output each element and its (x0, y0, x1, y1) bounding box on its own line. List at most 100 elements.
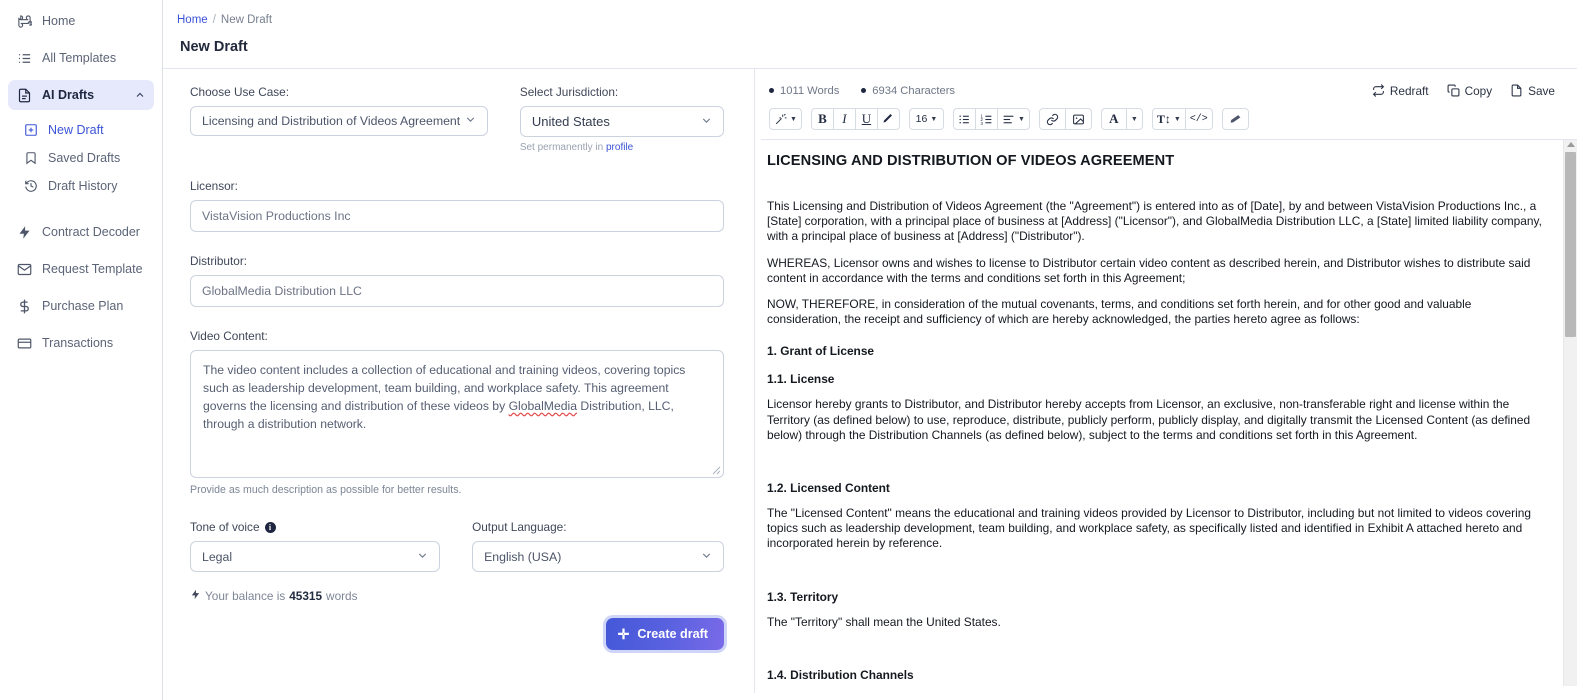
document-paragraph: The "Licensed Content" means the educati… (767, 506, 1531, 551)
status-dot-icon (769, 88, 774, 93)
copy-label: Copy (1464, 83, 1493, 98)
profile-link[interactable]: profile (606, 142, 633, 153)
document-subsection-heading: 1.1. License (767, 372, 835, 387)
plus-icon: ✛ (617, 626, 630, 642)
licensor-input[interactable]: VistaVision Productions Inc (190, 200, 724, 232)
link-button[interactable] (1038, 108, 1066, 130)
scroll-up-arrow-icon[interactable] (1567, 142, 1575, 147)
magic-wand-button[interactable]: ▼ (769, 108, 802, 130)
svg-text:3: 3 (980, 120, 983, 125)
toolbar-group-insert (1038, 108, 1092, 130)
status-dot-icon (861, 88, 867, 93)
document-scrollbar[interactable] (1563, 140, 1577, 686)
copy-button[interactable]: Copy (1447, 83, 1493, 98)
breadcrumb-home-link[interactable]: Home (177, 14, 208, 26)
bolt-icon (16, 224, 33, 240)
create-draft-button[interactable]: ✛ Create draft (605, 618, 724, 650)
jurisdiction-select[interactable]: United States (519, 106, 724, 137)
save-label: Save (1528, 83, 1555, 98)
balance-row: Your balance is 45315 words (190, 588, 724, 604)
toolbar-group-advanced: T↕ ▼ </> (1151, 108, 1213, 130)
command-icon (16, 13, 33, 29)
code-view-button[interactable]: </> (1184, 108, 1213, 130)
use-case-value: Licensing and Distribution of Videos Agr… (202, 114, 461, 128)
use-case-label: Choose Use Case: (190, 85, 290, 99)
video-content-textarea[interactable]: The video content includes a collection … (190, 350, 724, 478)
sidebar-item-purchase-plan[interactable]: Purchase Plan (8, 291, 154, 321)
highlight-button[interactable] (876, 108, 900, 130)
document-paragraph: WHEREAS, Licensor owns and wishes to lic… (767, 255, 1531, 285)
tone-value: Legal (202, 549, 233, 564)
document-subsection-heading: 1.3. Territory (767, 589, 839, 604)
form-row-usecase-jurisdiction: Choose Use Case: Licensing and Distribut… (190, 85, 724, 153)
document-subsection-heading: 1.4. Distribution Channels (767, 667, 914, 682)
breadcrumb-current: New Draft (220, 14, 273, 26)
sidebar-item-all-templates[interactable]: All Templates (8, 43, 154, 73)
jurisdiction-label: Select Jurisdiction: (519, 85, 619, 99)
bullet-list-button[interactable] (952, 108, 976, 130)
tone-select[interactable]: Legal (190, 541, 441, 572)
form-row-tone-language: Tone of voice i Legal Output Language: E… (190, 520, 724, 572)
image-button[interactable] (1064, 108, 1092, 130)
save-icon (1510, 84, 1523, 97)
use-case-select[interactable]: Licensing and Distribution of Videos Agr… (190, 106, 488, 136)
video-content-help-text: Provide as much description as possible … (190, 484, 462, 496)
bold-button[interactable]: B (810, 108, 834, 130)
video-content-field: Video Content: The video content include… (190, 329, 724, 496)
sidebar-item-home[interactable]: Home (8, 6, 154, 36)
licensor-label: Licensor: (190, 179, 238, 193)
chevron-down-icon: ▼ (1017, 115, 1025, 123)
document-spacer (767, 641, 1543, 651)
editor-toolbar: ▼ B I U 16 ▼ 1 2 3 ▼ A ▼ T↕ ▼ </> (755, 99, 1577, 139)
align-button[interactable]: ▼ (996, 108, 1030, 130)
document-icon (16, 87, 33, 103)
character-count: 6934 Characters (861, 85, 955, 97)
balance-suffix: words (326, 589, 358, 603)
sidebar-item-transactions[interactable]: Transactions (8, 328, 154, 358)
info-icon[interactable]: i (264, 521, 276, 533)
dollar-icon (16, 298, 33, 314)
save-button[interactable]: Save (1510, 84, 1555, 98)
document-paragraph: Licensor hereby grants to Distributor, a… (767, 397, 1531, 442)
document-content[interactable]: LICENSING AND DISTRIBUTION OF VIDEOS AGR… (761, 140, 1563, 686)
create-draft-button-wrapper: ✛ Create draft (190, 618, 724, 650)
numbered-list-button[interactable]: 123 (974, 108, 998, 130)
sidebar-item-request-template[interactable]: Request Template (8, 254, 154, 284)
eraser-button[interactable] (1221, 108, 1249, 130)
sidebar-subitem-label: Draft History (48, 179, 118, 193)
document-paragraph: This Licensing and Distribution of Video… (767, 199, 1542, 244)
line-height-button[interactable]: T↕ ▼ (1151, 108, 1186, 130)
jurisdiction-hint-text: Set permanently in (519, 142, 606, 153)
distributor-input[interactable]: GlobalMedia Distribution LLC (190, 275, 724, 307)
balance-prefix: Your balance is (205, 589, 286, 603)
sidebar-item-contract-decoder[interactable]: Contract Decoder (8, 217, 154, 247)
document-paragraph: NOW, THEREFORE, in consideration of the … (767, 297, 1472, 327)
page-title: New Draft (180, 39, 248, 55)
language-select[interactable]: English (USA) (472, 541, 724, 572)
sidebar-item-label: Purchase Plan (42, 299, 124, 313)
app-root: Home All Templates AI Drafts New Draft S… (0, 0, 1577, 700)
sidebar-item-label: Transactions (42, 336, 114, 350)
underline-button[interactable]: U (854, 108, 878, 130)
language-field: Output Language: English (USA) (472, 520, 724, 572)
toolbar-group-font-size: 16 ▼ (908, 108, 944, 130)
italic-button[interactable]: I (832, 108, 856, 130)
font-color-button[interactable]: A (1100, 108, 1127, 130)
sidebar-item-ai-drafts[interactable]: AI Drafts (8, 80, 154, 110)
redraft-label: Redraft (1389, 83, 1429, 98)
sidebar-item-label: AI Drafts (42, 88, 95, 102)
sidebar-item-saved-drafts[interactable]: Saved Drafts (16, 144, 154, 172)
redraft-button[interactable]: Redraft (1372, 84, 1429, 98)
use-case-field: Choose Use Case: Licensing and Distribut… (190, 85, 488, 153)
document-spacer (767, 563, 1543, 573)
toolbar-group-lists: 123 ▼ (952, 108, 1030, 130)
scrollbar-thumb[interactable] (1565, 152, 1576, 337)
font-color-dropdown-button[interactable]: ▼ (1125, 108, 1143, 130)
language-label: Output Language: (472, 520, 567, 534)
sidebar-item-draft-history[interactable]: Draft History (16, 172, 154, 200)
chevron-up-icon[interactable] (134, 89, 146, 101)
toolbar-group-magic: ▼ (769, 108, 802, 130)
font-size-button[interactable]: 16 ▼ (908, 108, 944, 130)
jurisdiction-hint: Set permanently in profile (520, 142, 724, 153)
sidebar-item-new-draft[interactable]: New Draft (16, 116, 154, 144)
